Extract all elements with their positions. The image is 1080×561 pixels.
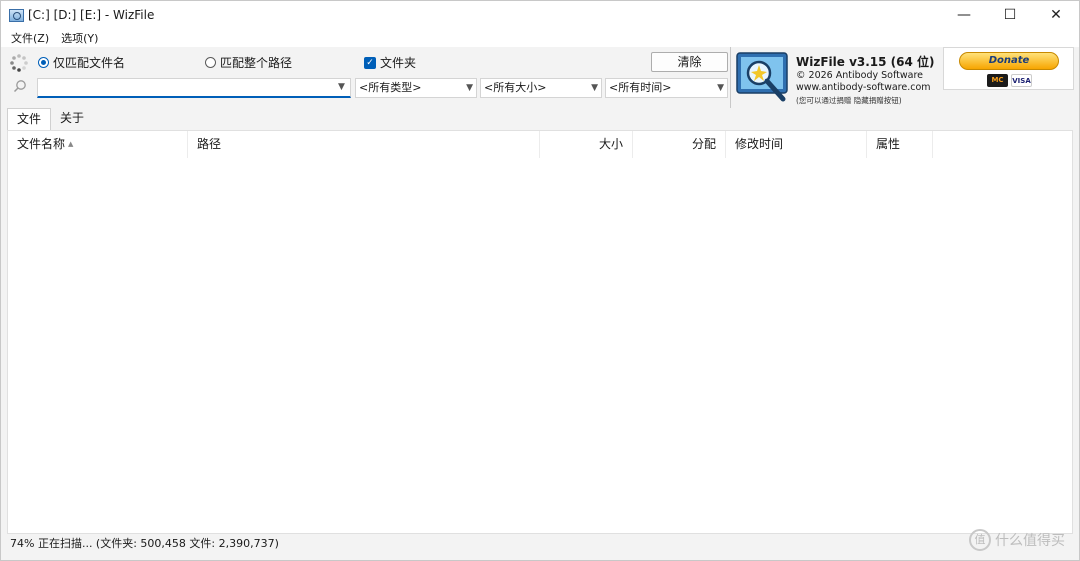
- watermark-logo-icon: 值: [969, 529, 991, 551]
- search-icon: [13, 80, 26, 93]
- type-filter-select[interactable]: <所有类型> ▼: [355, 78, 477, 98]
- status-bar: 74% 正在扫描... (文件夹: 500,458 文件: 2,390,737): [1, 534, 1079, 560]
- mastercard-icon: MC: [987, 74, 1008, 87]
- column-header-name[interactable]: 文件名称 ▲: [8, 131, 188, 158]
- size-filter-select[interactable]: <所有大小> ▼: [480, 78, 602, 98]
- banner-copyright: © 2026 Antibody Software: [796, 70, 923, 81]
- wizfile-window: [C:] [D:] [E:] - WizFile — ☐ ✕ 文件(Z) 选项(…: [0, 0, 1080, 561]
- maximize-button[interactable]: ☐: [987, 1, 1033, 29]
- chevron-down-icon: ▼: [591, 83, 598, 93]
- size-filter-value: <所有大小>: [484, 81, 547, 94]
- time-filter-select[interactable]: <所有时间> ▼: [605, 78, 728, 98]
- column-header-modified[interactable]: 修改时间: [726, 131, 867, 158]
- banner-url[interactable]: www.antibody-software.com: [796, 82, 931, 93]
- about-banner[interactable]: WizFile v3.15 (64 位) © 2026 Antibody Sof…: [730, 47, 942, 108]
- watermark-text: 什么值得买: [995, 533, 1065, 549]
- chevron-down-icon: ▼: [717, 83, 724, 93]
- column-header-path[interactable]: 路径: [188, 131, 540, 158]
- column-header-name-label: 文件名称: [17, 137, 66, 151]
- minimize-button[interactable]: —: [941, 1, 987, 29]
- clear-button[interactable]: 清除: [651, 52, 728, 72]
- search-input[interactable]: [37, 78, 351, 98]
- radio-full-path-label: 匹配整个路径: [220, 56, 293, 70]
- visa-icon: VISA: [1011, 74, 1032, 87]
- folders-checkbox[interactable]: ✓ 文件夹: [364, 54, 416, 71]
- radio-full-path-indicator[interactable]: [205, 57, 216, 68]
- check-icon[interactable]: ✓: [364, 56, 376, 69]
- results-list[interactable]: 文件名称 ▲ 路径 大小 分配 修改时间 属性: [7, 130, 1073, 534]
- menu-file[interactable]: 文件(Z): [5, 30, 55, 46]
- donate-panel: Donate MC VISA: [943, 47, 1074, 90]
- column-header-size[interactable]: 大小: [540, 131, 633, 158]
- radio-filename-only-label: 仅匹配文件名: [53, 56, 126, 70]
- radio-full-path[interactable]: 匹配整个路径: [205, 54, 292, 71]
- tab-files[interactable]: 文件: [7, 108, 52, 130]
- radio-filename-only[interactable]: 仅匹配文件名: [38, 54, 125, 71]
- watermark: 值 什么值得买: [969, 527, 1065, 553]
- time-filter-value: <所有时间>: [609, 81, 672, 94]
- list-header: 文件名称 ▲ 路径 大小 分配 修改时间 属性: [8, 131, 1072, 158]
- banner-title: WizFile v3.15 (64 位): [796, 55, 935, 69]
- chevron-down-icon: ▼: [466, 83, 473, 93]
- status-text: 74% 正在扫描... (文件夹: 500,458 文件: 2,390,737): [10, 537, 279, 550]
- donate-button[interactable]: Donate: [959, 52, 1059, 70]
- menu-bar: 文件(Z) 选项(Y): [1, 29, 1079, 47]
- column-header-alloc[interactable]: 分配: [633, 131, 726, 158]
- wizfile-logo-icon: [736, 52, 788, 102]
- chevron-down-icon[interactable]: ▼: [333, 79, 350, 96]
- sort-ascending-icon: ▲: [68, 140, 74, 148]
- folders-checkbox-label: 文件夹: [380, 56, 417, 70]
- tab-strip: 文件 关于: [7, 108, 93, 130]
- tab-about[interactable]: 关于: [51, 108, 93, 130]
- banner-note: (您可以通过捐赠 隐藏捐赠按钮): [796, 96, 902, 105]
- column-header-attributes[interactable]: 属性: [867, 131, 933, 158]
- menu-options[interactable]: 选项(Y): [55, 30, 104, 46]
- loading-spinner-icon: [10, 54, 28, 72]
- window-controls: — ☐ ✕: [941, 1, 1079, 29]
- radio-filename-only-indicator[interactable]: [38, 57, 49, 68]
- window-title: [C:] [D:] [E:] - WizFile: [28, 8, 155, 22]
- type-filter-value: <所有类型>: [359, 81, 422, 94]
- close-button[interactable]: ✕: [1033, 1, 1079, 29]
- title-bar: [C:] [D:] [E:] - WizFile — ☐ ✕: [1, 1, 1079, 29]
- app-icon: [9, 8, 24, 22]
